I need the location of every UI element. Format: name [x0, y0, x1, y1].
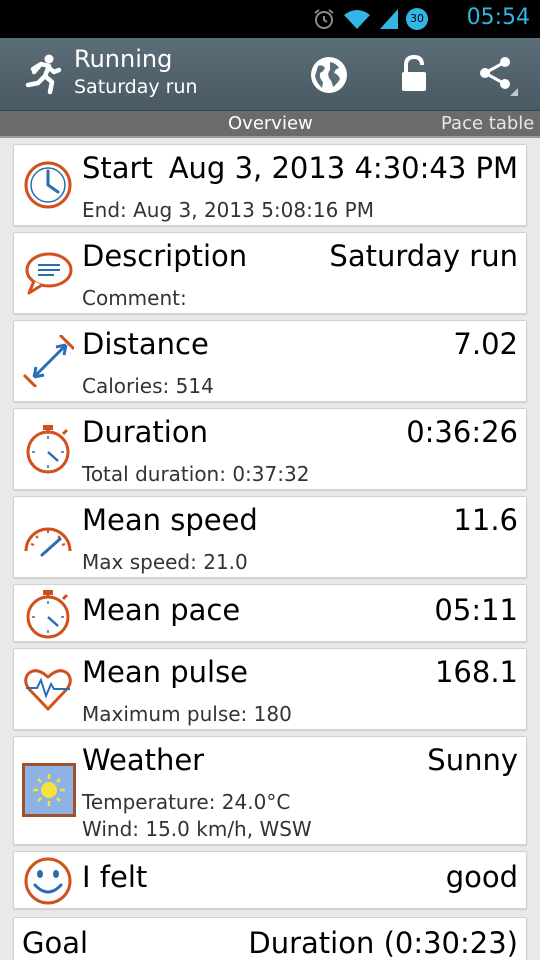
- list-item-mean-pace[interactable]: Mean pace 05:11: [13, 584, 527, 642]
- tab-indicator: [0, 136, 540, 138]
- runner-icon[interactable]: [20, 52, 64, 96]
- mean-pace-value: 05:11: [434, 593, 518, 627]
- felt-value: good: [445, 860, 518, 894]
- share-icon[interactable]: [474, 52, 520, 98]
- status-bar: 30 05:54: [0, 0, 540, 38]
- goal-label: Goal: [22, 926, 89, 960]
- wifi-icon: [344, 10, 370, 29]
- description-value: Saturday run: [329, 239, 518, 273]
- start-value: Aug 3, 2013 4:30:43 PM: [168, 151, 518, 185]
- duration-label: Duration: [82, 415, 208, 449]
- status-time: 05:54: [466, 5, 530, 30]
- app-subtitle: Saturday run: [74, 76, 198, 98]
- mean-pulse-label: Mean pulse: [82, 655, 249, 689]
- distance-label: Distance: [82, 327, 209, 361]
- signal-icon: [380, 9, 398, 29]
- alarm-icon: [314, 9, 334, 29]
- stopwatch-icon: [26, 590, 70, 639]
- description-label: Description: [82, 239, 248, 273]
- stopwatch-icon: [26, 425, 70, 474]
- list-item-mean-pulse[interactable]: Mean pulse 168.1 Maximum pulse: 180: [13, 648, 527, 730]
- comment-icon: [25, 252, 73, 295]
- list-item-weather[interactable]: Weather Sunny Temperature: 24.0°C Wind: …: [13, 736, 527, 845]
- list-item-mean-speed[interactable]: Mean speed 11.6 Max speed: 21.0: [13, 496, 527, 578]
- action-bar: Running Saturday run: [0, 38, 540, 111]
- speedometer-icon: [24, 527, 72, 557]
- app-title: Running: [74, 45, 173, 73]
- duration-value: 0:36:26: [406, 415, 518, 449]
- notification-badge-icon: 30: [406, 8, 428, 30]
- temperature-text: Temperature: 24.0°C: [82, 790, 291, 814]
- list-item-duration[interactable]: Duration 0:36:26 Total duration: 0:37:32: [13, 408, 527, 490]
- mean-speed-value: 11.6: [453, 503, 518, 537]
- clock-icon: [24, 161, 72, 209]
- start-label: Start: [82, 151, 153, 185]
- calories-text: Calories: 514: [82, 374, 214, 398]
- list-item-distance[interactable]: Distance 7.02 Calories: 514: [13, 320, 527, 402]
- max-pulse-text: Maximum pulse: 180: [82, 702, 292, 726]
- lock-icon[interactable]: [391, 52, 437, 98]
- mean-pulse-value: 168.1: [434, 655, 518, 689]
- distance-value: 7.02: [453, 327, 518, 361]
- list-item-description[interactable]: Description Saturday run Comment:: [13, 232, 527, 314]
- max-speed-text: Max speed: 21.0: [82, 550, 248, 574]
- globe-icon[interactable]: [306, 52, 352, 98]
- list-item-felt[interactable]: I felt good: [13, 851, 527, 909]
- smiley-icon: [24, 857, 72, 905]
- sun-icon: [22, 763, 76, 817]
- total-duration-text: Total duration: 0:37:32: [82, 462, 310, 486]
- end-text: End: Aug 3, 2013 5:08:16 PM: [82, 198, 374, 222]
- tab-bar: Overview Pace table: [0, 111, 540, 138]
- distance-icon: [22, 335, 74, 387]
- goal-value: Duration (0:30:23): [248, 926, 518, 960]
- felt-label: I felt: [82, 860, 148, 894]
- weather-value: Sunny: [427, 743, 518, 777]
- tab-overview[interactable]: Overview: [228, 113, 313, 134]
- mean-speed-label: Mean speed: [82, 503, 258, 537]
- heart-pulse-icon: [24, 669, 72, 711]
- weather-label: Weather: [82, 743, 205, 777]
- list-item-start[interactable]: Start Aug 3, 2013 4:30:43 PM End: Aug 3,…: [13, 144, 527, 226]
- mean-pace-label: Mean pace: [82, 593, 241, 627]
- wind-text: Wind: 15.0 km/h, WSW: [82, 817, 312, 841]
- tab-pace-table[interactable]: Pace table: [441, 113, 534, 134]
- comment-text: Comment:: [82, 286, 187, 310]
- list-item-goal[interactable]: Goal Duration (0:30:23): [13, 917, 527, 960]
